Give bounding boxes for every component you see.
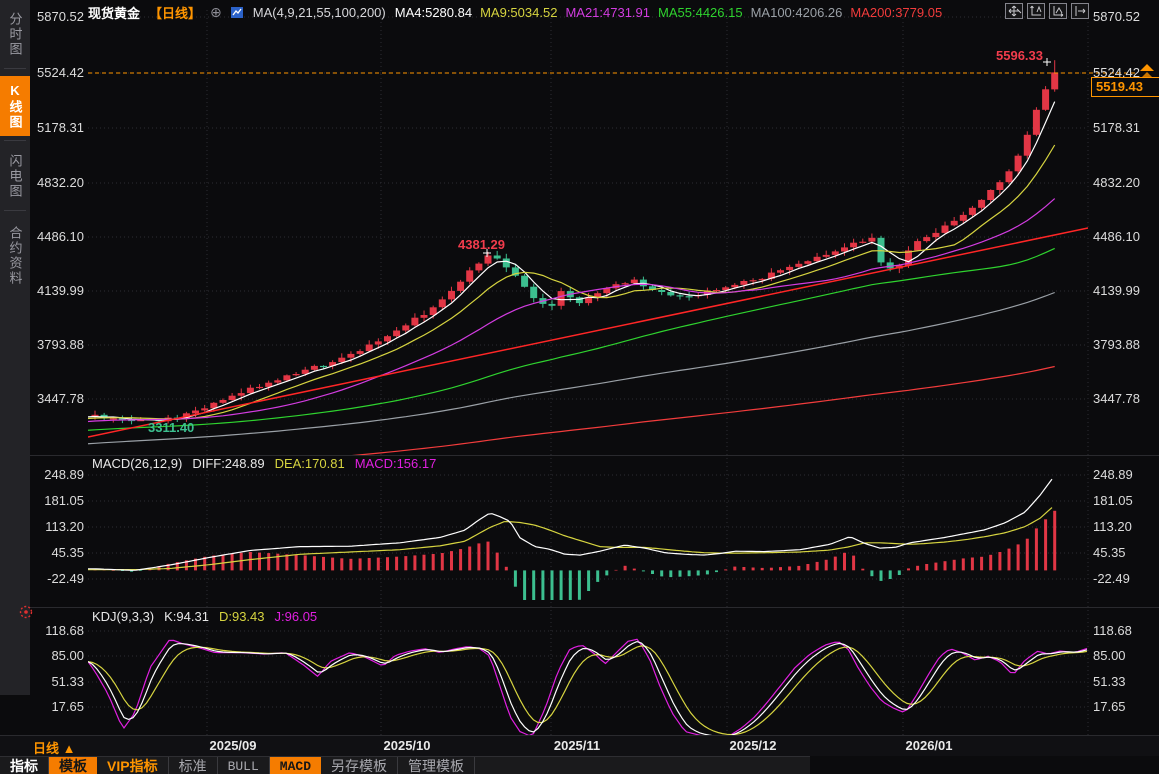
annotation-swing-low: 3311.40	[148, 420, 194, 435]
chart-canvas[interactable]	[0, 0, 1159, 774]
kdj-title: KDJ(9,3,3)	[92, 609, 154, 624]
compare-add-icon[interactable]: ⊕	[210, 4, 222, 21]
scale-x-axis-icon[interactable]	[1049, 3, 1067, 19]
kdj-axis-tick-left: 118.68	[30, 624, 84, 638]
last-price-tag: 5519.43	[1091, 77, 1159, 97]
price-axis-tick-left: 3793.88	[30, 338, 84, 352]
chart-header: 现货黄金 【日线】 ⊕ MA(4,9,21,55,100,200) MA4:52…	[88, 3, 950, 21]
month-label: 2025/11	[554, 738, 600, 753]
ma-legend-item: MA4:5280.84	[395, 5, 472, 20]
sidebar-divider	[4, 68, 26, 69]
move-icon[interactable]	[1005, 3, 1023, 19]
footer-tab-8[interactable]: 管理模板	[398, 757, 475, 774]
macd-axis-tick-right: 181.05	[1093, 494, 1133, 508]
macd-header: MACD(26,12,9) DIFF:248.89 DEA:170.81 MACD:1…	[92, 456, 446, 471]
month-label: 2026/01	[906, 738, 953, 753]
macd-axis-tick-left: -22.49	[30, 572, 84, 586]
macd-pane	[88, 479, 1056, 612]
footer-tab-6[interactable]: MACD	[270, 757, 321, 774]
macd-axis-tick-left: 248.89	[30, 468, 84, 482]
macd-value: MACD:156.17	[355, 456, 437, 471]
kdj-axis-tick-left: 85.00	[30, 649, 84, 663]
kdj-header: KDJ(9,3,3) K:94.31 D:93.43 J:96.05	[92, 609, 327, 624]
indicator-settings-icon[interactable]	[19, 605, 33, 619]
footer-tab-2[interactable]: 模板	[49, 757, 97, 774]
instrument-name: 现货黄金	[88, 3, 140, 22]
macd-axis-tick-right: 248.89	[1093, 468, 1133, 482]
ma-legend-item: MA55:4426.15	[658, 5, 743, 20]
macd-axis-tick-left: 45.35	[30, 546, 84, 560]
time-axis: 日线 ▲ 2025/09 2025/10 2025/11 2025/12 2026/01	[0, 735, 1159, 756]
annotation-swing-high: 4381.29	[458, 237, 505, 252]
sidebar-tab-3[interactable]: 闪电图	[0, 146, 30, 206]
ma-legend-item: MA9:5034.52	[480, 5, 557, 20]
footer-tab-5[interactable]: BULL	[218, 757, 270, 774]
trading-app: 分时图 K线图闪电图合约资料 现货黄金 【日线】 ⊕ MA(4,9,21,55,1…	[0, 0, 1159, 774]
kdj-k-value: K:94.31	[164, 609, 209, 624]
period-tag[interactable]: 【日线】	[149, 3, 201, 22]
month-label: 2025/12	[730, 738, 777, 753]
bottom-toolbar: 指标模板VIP指标标准BULLMACD另存模板管理模板	[0, 756, 810, 774]
kdj-axis-tick-right: 17.65	[1093, 700, 1126, 714]
kdj-axis-tick-right: 85.00	[1093, 649, 1126, 663]
footer-tab-3[interactable]: VIP指标	[97, 757, 169, 774]
kdj-d-value: D:93.43	[219, 609, 265, 624]
kdj-j-value: J:96.05	[275, 609, 318, 624]
macd-axis-tick-left: 181.05	[30, 494, 84, 508]
price-axis-tick-left: 4139.99	[30, 284, 84, 298]
macd-dea-value: DEA:170.81	[275, 456, 345, 471]
month-label: 2025/10	[384, 738, 431, 753]
price-axis-tick-right: 3447.78	[1093, 392, 1140, 406]
price-axis-tick-left: 5870.52	[30, 10, 84, 24]
macd-axis-tick-right: 45.35	[1093, 546, 1126, 560]
price-axis-tick-left: 5178.31	[30, 121, 84, 135]
sidebar-divider	[4, 210, 26, 211]
macd-axis-tick-right: 113.20	[1093, 520, 1132, 534]
kdj-axis-tick-left: 17.65	[30, 700, 84, 714]
sidebar-tab-2[interactable]: K线图	[0, 76, 30, 136]
price-axis-tick-right: 3793.88	[1093, 338, 1140, 352]
macd-axis-tick-right: -22.49	[1093, 572, 1130, 586]
price-axis-tick-right: 5870.52	[1093, 10, 1140, 24]
scale-y-axis-icon[interactable]	[1027, 3, 1045, 19]
price-axis-tick-right: 4486.10	[1093, 230, 1140, 244]
macd-diff-value: DIFF:248.89	[192, 456, 264, 471]
macd-axis-tick-left: 113.20	[30, 520, 84, 534]
kdj-axis-tick-right: 51.33	[1093, 675, 1126, 689]
ma-legend-item: MA200:3779.05	[850, 5, 942, 20]
footer-tab-1[interactable]: 指标	[0, 757, 49, 774]
goto-latest-icon[interactable]	[1071, 3, 1089, 19]
sidebar-tab-4[interactable]: 合约资料	[0, 214, 30, 298]
kdj-pane	[88, 639, 1087, 736]
price-axis-tick-right: 5178.31	[1093, 121, 1140, 135]
period-selector[interactable]: 日线 ▲	[33, 738, 75, 757]
footer-tab-4[interactable]: 标准	[169, 757, 218, 774]
kdj-axis-tick-left: 51.33	[30, 675, 84, 689]
mini-chart-icon	[231, 6, 244, 19]
price-axis-tick-right: 4832.20	[1093, 176, 1140, 190]
ma-legend-item: MA21:4731.91	[565, 5, 650, 20]
window-controls	[1005, 3, 1089, 19]
kdj-axis-tick-right: 118.68	[1093, 624, 1132, 638]
main-pane	[86, 60, 1088, 465]
price-axis-tick-left: 4832.20	[30, 176, 84, 190]
price-axis-tick-left: 4486.10	[30, 230, 84, 244]
macd-title: MACD(26,12,9)	[92, 456, 182, 471]
sidebar-tab-1[interactable]: 分时图	[0, 4, 30, 64]
month-label: 2025/09	[210, 738, 257, 753]
ma-legend: MA4:5280.84 MA9:5034.52 MA21:4731.91 MA55:4…	[395, 5, 950, 20]
ma-group-label: MA(4,9,21,55,100,200)	[253, 5, 386, 20]
ma-legend-item: MA100:4206.26	[751, 5, 843, 20]
footer-tab-7[interactable]: 另存模板	[321, 757, 398, 774]
price-axis-tick-left: 3447.78	[30, 392, 84, 406]
left-sidebar: 分时图 K线图闪电图合约资料	[0, 0, 30, 695]
annotation-period-high: 5596.33	[996, 48, 1043, 63]
price-axis-tick-right: 4139.99	[1093, 284, 1140, 298]
price-axis-tick-left: 5524.42	[30, 66, 84, 80]
sidebar-divider	[4, 140, 26, 141]
